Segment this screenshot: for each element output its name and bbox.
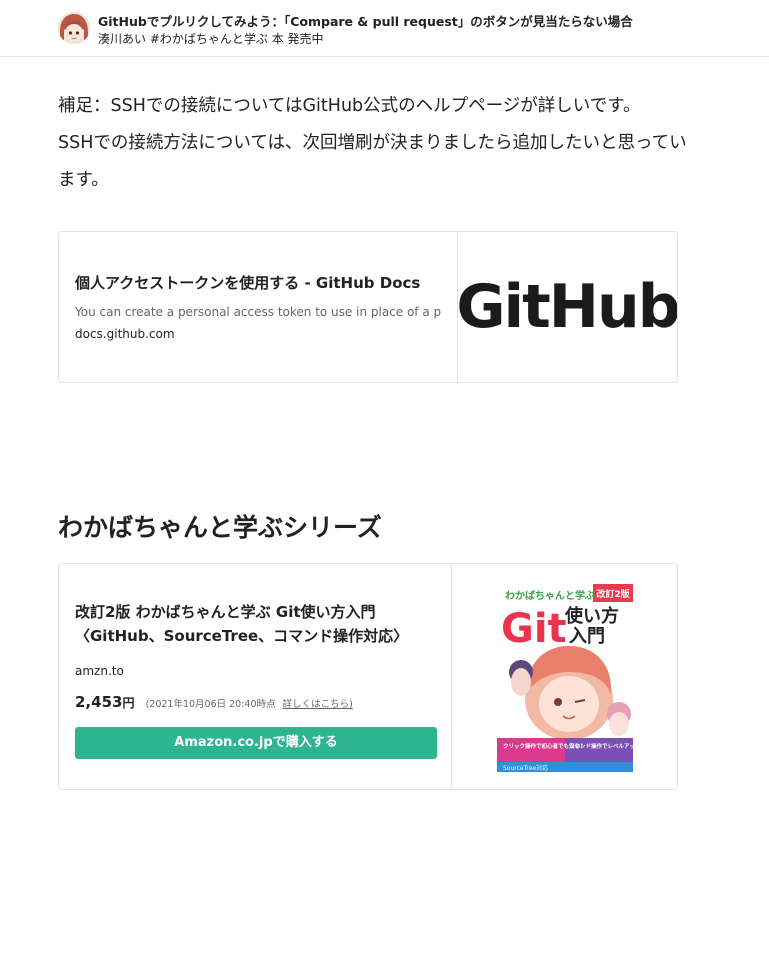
product-domain: amzn.to	[75, 664, 124, 678]
amazon-buy-button[interactable]: Amazon.co.jpで購入する	[75, 727, 437, 759]
book-cover-thumbnail[interactable]: 改訂2版 わかばちゃんと学ぶ Git 使い方 入門 クリック操作で初心者でも安心…	[451, 564, 677, 789]
price-value: 2,453	[75, 693, 123, 711]
price-timestamp: (2021年10月06日 20:40時点	[145, 699, 276, 710]
author-tagline[interactable]: #わかばちゃんと学ぶ 本 発売中	[150, 32, 324, 46]
cover-sourcetree: SourceTree対応	[503, 764, 548, 772]
cover-title-b: 入門	[569, 626, 605, 647]
author-name[interactable]: 湊川あい	[98, 32, 146, 46]
avatar-illustration	[58, 12, 90, 44]
cover-edition: 改訂2版	[596, 588, 629, 600]
series-heading: わかばちゃんと学ぶシリーズ	[58, 513, 382, 542]
book-product-card[interactable]: 改訂2版 わかばちゃんと学ぶ Git使い方入門〈GitHub、SourceTre…	[58, 563, 678, 790]
author-avatar[interactable]	[58, 12, 90, 44]
github-logo: GitHub	[456, 272, 678, 342]
link-card-description: You can create a personal access token t…	[75, 305, 442, 319]
cover-title-a: 使い方	[564, 605, 619, 627]
paragraph-line-2: SSHでの接続方法については、次回増刷が決まりましたら追加したいと思っています。	[58, 133, 687, 190]
article-header: GitHubでプルリクしてみよう：「Compare & pull request…	[0, 0, 769, 57]
product-card-content: 改訂2版 わかばちゃんと学ぶ Git使い方入門〈GitHub、SourceTre…	[75, 600, 437, 759]
author-line: 湊川あい #わかばちゃんと学ぶ 本 発売中	[98, 30, 324, 47]
link-card-domain: docs.github.com	[75, 327, 175, 341]
price-detail-link[interactable]: 詳しくはこちら)	[283, 699, 353, 710]
price-unit: 円	[122, 696, 135, 710]
book-cover-illustration: 改訂2版 わかばちゃんと学ぶ Git 使い方 入門 クリック操作で初心者でも安心…	[496, 581, 633, 772]
cover-series: わかばちゃんと学ぶ	[505, 589, 595, 602]
link-card-content: 個人アクセストークンを使用する - GitHub Docs You can cr…	[75, 272, 445, 341]
product-title[interactable]: 改訂2版 わかばちゃんと学ぶ Git使い方入門〈GitHub、SourceTre…	[75, 600, 437, 648]
github-docs-link-card[interactable]: 個人アクセストークンを使用する - GitHub Docs You can cr…	[58, 231, 678, 383]
paragraph-line-1: 補足：SSHでの接続についてはGitHub公式のヘルプページが詳しいです。	[58, 96, 641, 116]
link-card-thumbnail: GitHub	[456, 232, 678, 382]
price-row: 2,453円 (2021年10月06日 20:40時点 詳しくはこちら)	[75, 692, 437, 711]
link-card-title: 個人アクセストークンを使用する - GitHub Docs	[75, 274, 421, 292]
cover-badge-right: コマンド操作でレベルアップも可能！	[569, 742, 633, 750]
cover-git: Git	[501, 606, 567, 652]
article-paragraph: 補足：SSHでの接続についてはGitHub公式のヘルプページが詳しいです。 SS…	[58, 88, 698, 199]
article-title[interactable]: GitHubでプルリクしてみよう：「Compare & pull request…	[98, 11, 633, 30]
book-cover: 改訂2版 わかばちゃんと学ぶ Git 使い方 入門 クリック操作で初心者でも安心…	[496, 581, 633, 772]
